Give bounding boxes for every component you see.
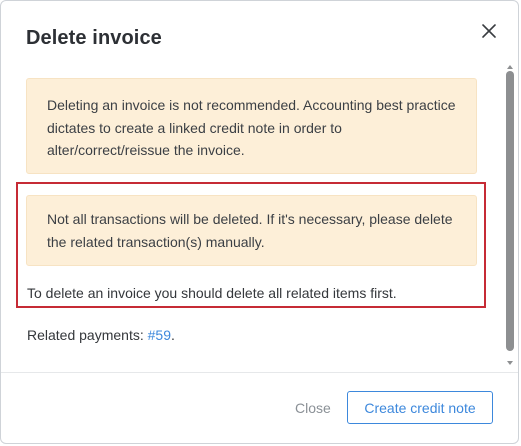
dialog-title: Delete invoice [26,27,162,49]
delete-invoice-dialog: Delete invoice Deleting an invoice is no… [0,0,519,444]
scrollbar[interactable] [504,59,516,365]
scrollbar-thumb[interactable] [506,71,514,351]
delete-info-text: To delete an invoice you should delete a… [27,285,397,301]
warning-alert-credit-note: Deleting an invoice is not recommended. … [26,78,477,174]
warning-alert-transactions: Not all transactions will be deleted. If… [26,195,477,266]
dialog-footer: Close Create credit note [1,372,518,443]
related-payments-label: Related payments: [27,327,144,343]
close-icon[interactable] [477,19,501,43]
create-credit-note-button[interactable]: Create credit note [347,391,493,424]
scroll-up-arrow-icon[interactable] [504,59,516,69]
scroll-down-arrow-icon[interactable] [504,355,516,365]
related-payments-suffix: . [170,327,175,343]
related-payments: Related payments: #59. [27,327,175,343]
close-button[interactable]: Close [287,392,339,424]
alert-text: Not all transactions will be deleted. If… [47,211,453,250]
alert-text: Deleting an invoice is not recommended. … [47,97,456,158]
payment-link[interactable]: #59 [148,327,171,343]
